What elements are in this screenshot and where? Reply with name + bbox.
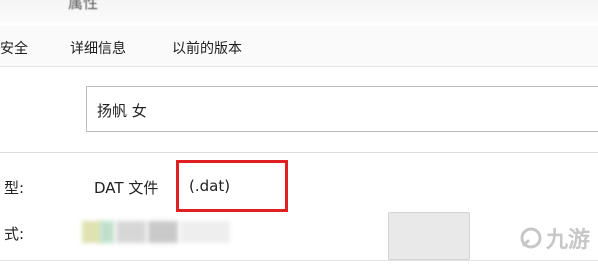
ninegame-logo-icon	[520, 227, 542, 249]
file-name-input[interactable]	[95, 97, 579, 123]
tab-security[interactable]: 安全	[0, 38, 28, 58]
change-button[interactable]	[388, 212, 470, 260]
window-title: 属性	[68, 0, 99, 12]
file-type-value: DAT 文件	[94, 179, 159, 197]
file-name-field[interactable]	[86, 86, 598, 132]
watermark: 九游	[520, 222, 590, 254]
tab-previous-versions[interactable]: 以前的版本	[172, 38, 242, 58]
bottom-divider	[0, 260, 598, 261]
watermark-text: 九游	[546, 228, 591, 253]
file-type-label: 型:	[4, 179, 25, 197]
section-divider	[0, 152, 598, 153]
open-with-label: 式:	[4, 225, 25, 243]
tab-details[interactable]: 详细信息	[70, 38, 126, 58]
highlight-box	[176, 160, 288, 212]
window-titlebar: 属性	[0, 0, 598, 22]
tab-bar: 安全 详细信息 以前的版本	[0, 26, 598, 67]
open-with-app-blurred	[82, 221, 242, 243]
